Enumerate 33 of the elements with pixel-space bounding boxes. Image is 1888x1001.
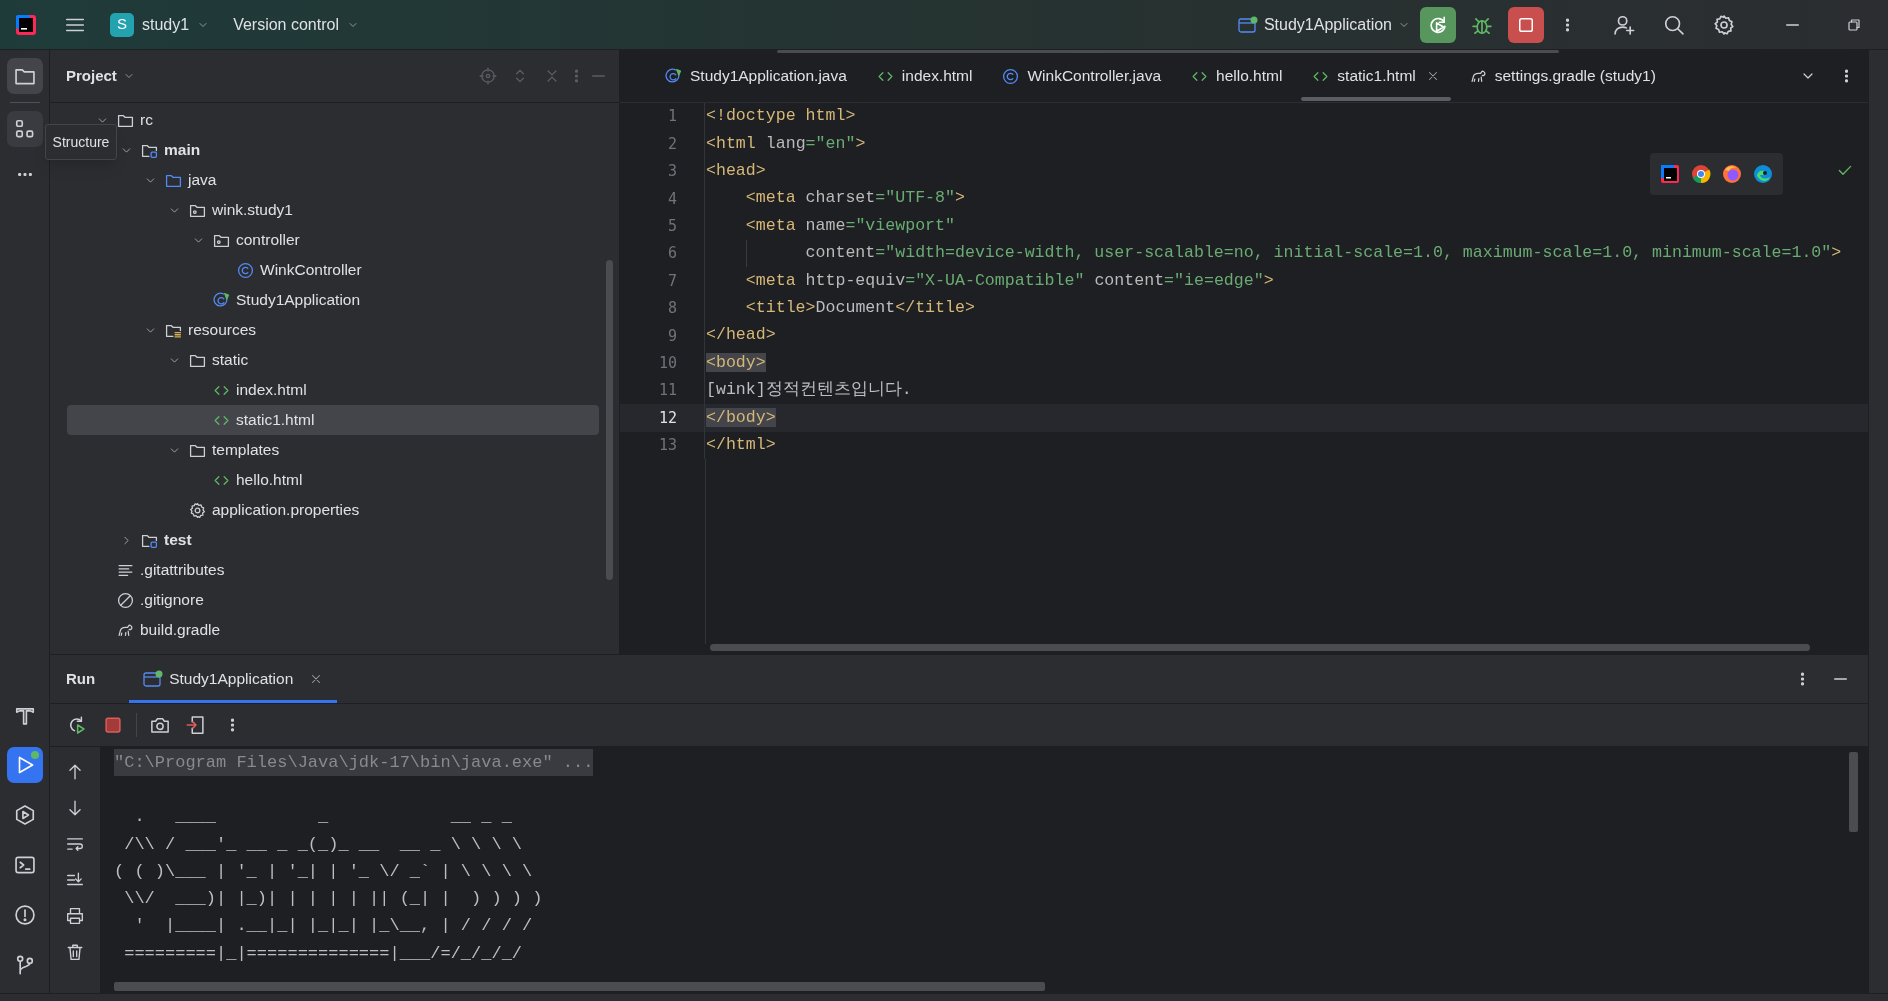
line-number: 13 <box>657 435 677 457</box>
code-line: <head> <box>706 160 766 183</box>
code-line: </html> <box>706 433 776 456</box>
code-line: <meta name="viewport" <box>744 214 955 237</box>
line-number: 2 <box>666 133 677 155</box>
line-number: 6 <box>666 243 677 265</box>
project-badge: S <box>110 12 134 37</box>
console-line: . ____ _ __ _ _ <box>133 806 512 829</box>
line-number: 9 <box>666 325 677 347</box>
console-line: ' |____| .__|_| |_|_| |_\__, | / / / / <box>133 915 533 938</box>
line-number: 7 <box>666 270 677 292</box>
console-line: ( ( )\___ | '_ | '_| | '_ \/ _` | \ \ \ \ <box>114 860 533 883</box>
line-number: 4 <box>666 188 677 210</box>
line-number: 11 <box>657 380 677 402</box>
code-line: content="width=device-width, user-scalable=no, initial-scale=1.0, maximum-scale=1.0, minimum-scale=1.0"> <box>804 242 1842 265</box>
line-number: 8 <box>666 298 677 320</box>
line-number: 10 <box>657 352 677 374</box>
code-line: </head> <box>706 324 776 347</box>
code-line: <meta http-equiv="X-UA-Compatible" content="ie=edge"> <box>744 269 1274 292</box>
line-number: 1 <box>666 106 677 128</box>
code-line: [wink]정적컨텐츠입니다. <box>706 379 912 402</box>
line-number: 5 <box>666 216 677 237</box>
line-number: 3 <box>666 161 677 183</box>
console-line: \\/ ___)| |_)| | | | | || (_| | ) ) ) ) <box>123 888 543 911</box>
panel-title: Run <box>66 668 96 689</box>
code-line: <!doctype html> <box>706 105 856 128</box>
code-line: <html lang="en"> <box>706 132 866 155</box>
line-number: 12 <box>657 407 677 429</box>
console-line: =========|_|==============|___/=/_/_/_/ <box>123 942 523 965</box>
code-line: <title>Document</title> <box>744 297 975 319</box>
console-line: /\\ / ___'_ __ _ _(_)_ __ __ _ \ \ \ \ <box>123 833 523 856</box>
tooltip: Structure <box>45 124 117 160</box>
code-line: <meta charset="UTF-8"> <box>744 187 965 210</box>
